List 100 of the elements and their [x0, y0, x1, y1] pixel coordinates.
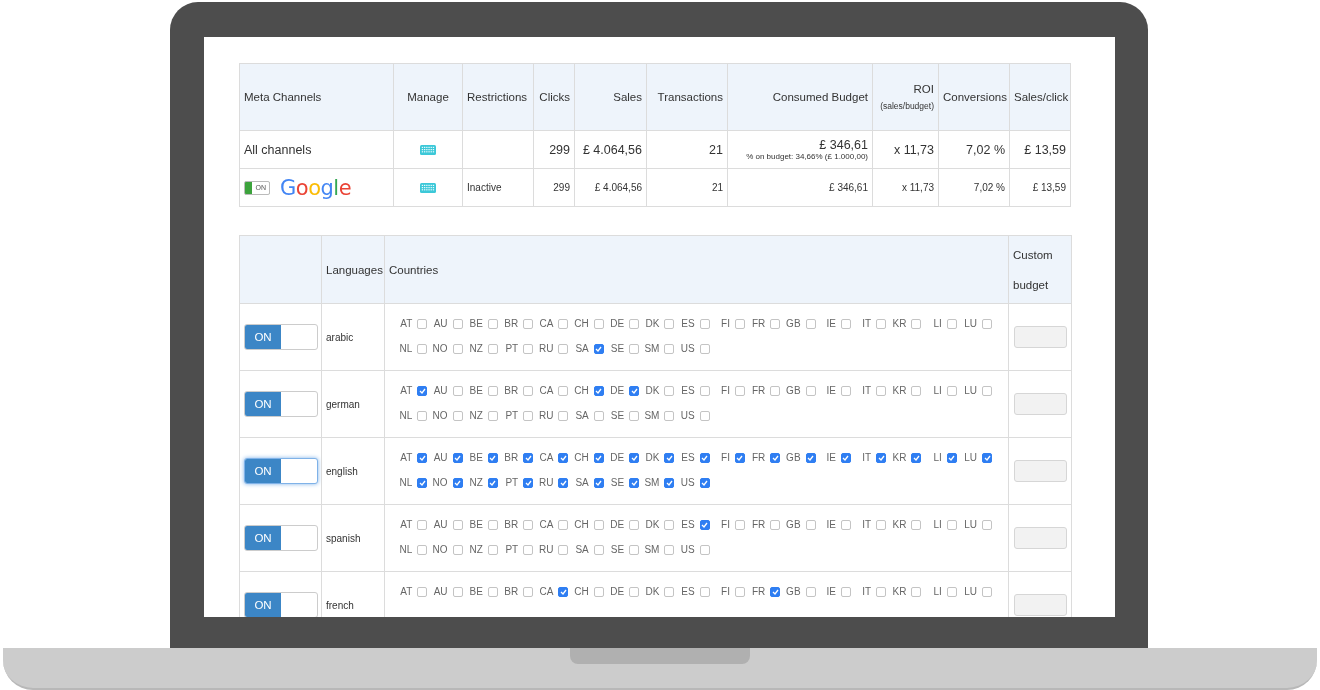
country-checkbox[interactable] — [487, 410, 498, 421]
country-checkbox[interactable] — [452, 544, 463, 555]
country-checkbox[interactable] — [593, 385, 604, 396]
country-checkbox[interactable] — [805, 519, 816, 530]
country-checkbox[interactable] — [664, 544, 675, 555]
country-checkbox[interactable] — [593, 477, 604, 488]
country-checkbox[interactable] — [452, 586, 463, 597]
country-checkbox[interactable] — [699, 452, 710, 463]
country-checkbox[interactable] — [699, 318, 710, 329]
country-checkbox[interactable] — [487, 385, 498, 396]
keyboard-icon[interactable] — [420, 145, 436, 156]
country-checkbox[interactable] — [664, 586, 675, 597]
country-checkbox[interactable] — [487, 343, 498, 354]
country-checkbox[interactable] — [946, 385, 957, 396]
country-checkbox[interactable] — [558, 410, 569, 421]
country-checkbox[interactable] — [487, 586, 498, 597]
country-checkbox[interactable] — [770, 586, 781, 597]
country-checkbox[interactable] — [417, 544, 428, 555]
country-checkbox[interactable] — [593, 519, 604, 530]
country-checkbox[interactable] — [523, 544, 534, 555]
country-checkbox[interactable] — [805, 452, 816, 463]
country-checkbox[interactable] — [946, 586, 957, 597]
country-checkbox[interactable] — [593, 544, 604, 555]
budget-field[interactable] — [1013, 527, 1067, 549]
country-checkbox[interactable] — [558, 477, 569, 488]
country-checkbox[interactable] — [840, 452, 851, 463]
country-checkbox[interactable] — [840, 519, 851, 530]
country-checkbox[interactable] — [593, 318, 604, 329]
country-checkbox[interactable] — [629, 385, 640, 396]
country-checkbox[interactable] — [840, 586, 851, 597]
country-checkbox[interactable] — [629, 519, 640, 530]
country-checkbox[interactable] — [558, 343, 569, 354]
country-checkbox[interactable] — [629, 477, 640, 488]
country-checkbox[interactable] — [664, 318, 675, 329]
country-checkbox[interactable] — [876, 385, 887, 396]
country-checkbox[interactable] — [523, 385, 534, 396]
country-checkbox[interactable] — [558, 318, 569, 329]
country-checkbox[interactable] — [699, 385, 710, 396]
country-checkbox[interactable] — [946, 318, 957, 329]
country-checkbox[interactable] — [911, 385, 922, 396]
country-checkbox[interactable] — [452, 477, 463, 488]
country-checkbox[interactable] — [593, 586, 604, 597]
country-checkbox[interactable] — [664, 477, 675, 488]
country-checkbox[interactable] — [734, 318, 745, 329]
country-checkbox[interactable] — [876, 452, 887, 463]
country-checkbox[interactable] — [523, 477, 534, 488]
country-checkbox[interactable] — [699, 586, 710, 597]
country-checkbox[interactable] — [911, 318, 922, 329]
country-checkbox[interactable] — [417, 586, 428, 597]
country-checkbox[interactable] — [911, 586, 922, 597]
country-checkbox[interactable] — [982, 519, 993, 530]
budget-field[interactable] — [1013, 460, 1067, 482]
country-checkbox[interactable] — [982, 586, 993, 597]
country-checkbox[interactable] — [982, 385, 993, 396]
country-checkbox[interactable] — [487, 519, 498, 530]
country-checkbox[interactable] — [982, 452, 993, 463]
country-checkbox[interactable] — [876, 519, 887, 530]
country-checkbox[interactable] — [734, 586, 745, 597]
country-checkbox[interactable] — [664, 385, 675, 396]
budget-field[interactable] — [1013, 326, 1067, 348]
country-checkbox[interactable] — [523, 586, 534, 597]
country-checkbox[interactable] — [523, 519, 534, 530]
country-checkbox[interactable] — [593, 410, 604, 421]
keyboard-icon[interactable] — [420, 183, 436, 194]
country-checkbox[interactable] — [417, 318, 428, 329]
country-checkbox[interactable] — [558, 452, 569, 463]
country-checkbox[interactable] — [629, 452, 640, 463]
country-checkbox[interactable] — [805, 586, 816, 597]
country-checkbox[interactable] — [629, 544, 640, 555]
country-checkbox[interactable] — [699, 410, 710, 421]
country-checkbox[interactable] — [593, 343, 604, 354]
country-checkbox[interactable] — [805, 318, 816, 329]
country-checkbox[interactable] — [840, 318, 851, 329]
language-toggle[interactable]: ON — [244, 458, 318, 484]
country-checkbox[interactable] — [558, 586, 569, 597]
country-checkbox[interactable] — [629, 410, 640, 421]
country-checkbox[interactable] — [523, 318, 534, 329]
country-checkbox[interactable] — [452, 318, 463, 329]
country-checkbox[interactable] — [946, 519, 957, 530]
country-checkbox[interactable] — [699, 477, 710, 488]
language-toggle[interactable]: ON — [244, 525, 318, 551]
country-checkbox[interactable] — [664, 452, 675, 463]
country-checkbox[interactable] — [452, 343, 463, 354]
country-checkbox[interactable] — [417, 477, 428, 488]
country-checkbox[interactable] — [417, 343, 428, 354]
country-checkbox[interactable] — [629, 586, 640, 597]
country-checkbox[interactable] — [982, 318, 993, 329]
country-checkbox[interactable] — [452, 385, 463, 396]
country-checkbox[interactable] — [523, 410, 534, 421]
country-checkbox[interactable] — [452, 519, 463, 530]
country-checkbox[interactable] — [734, 519, 745, 530]
country-checkbox[interactable] — [452, 452, 463, 463]
country-checkbox[interactable] — [770, 385, 781, 396]
language-toggle[interactable]: ON — [244, 391, 318, 417]
country-checkbox[interactable] — [558, 385, 569, 396]
country-checkbox[interactable] — [487, 544, 498, 555]
country-checkbox[interactable] — [629, 318, 640, 329]
language-toggle[interactable]: ON — [244, 324, 318, 350]
budget-field[interactable] — [1013, 594, 1067, 616]
country-checkbox[interactable] — [417, 410, 428, 421]
